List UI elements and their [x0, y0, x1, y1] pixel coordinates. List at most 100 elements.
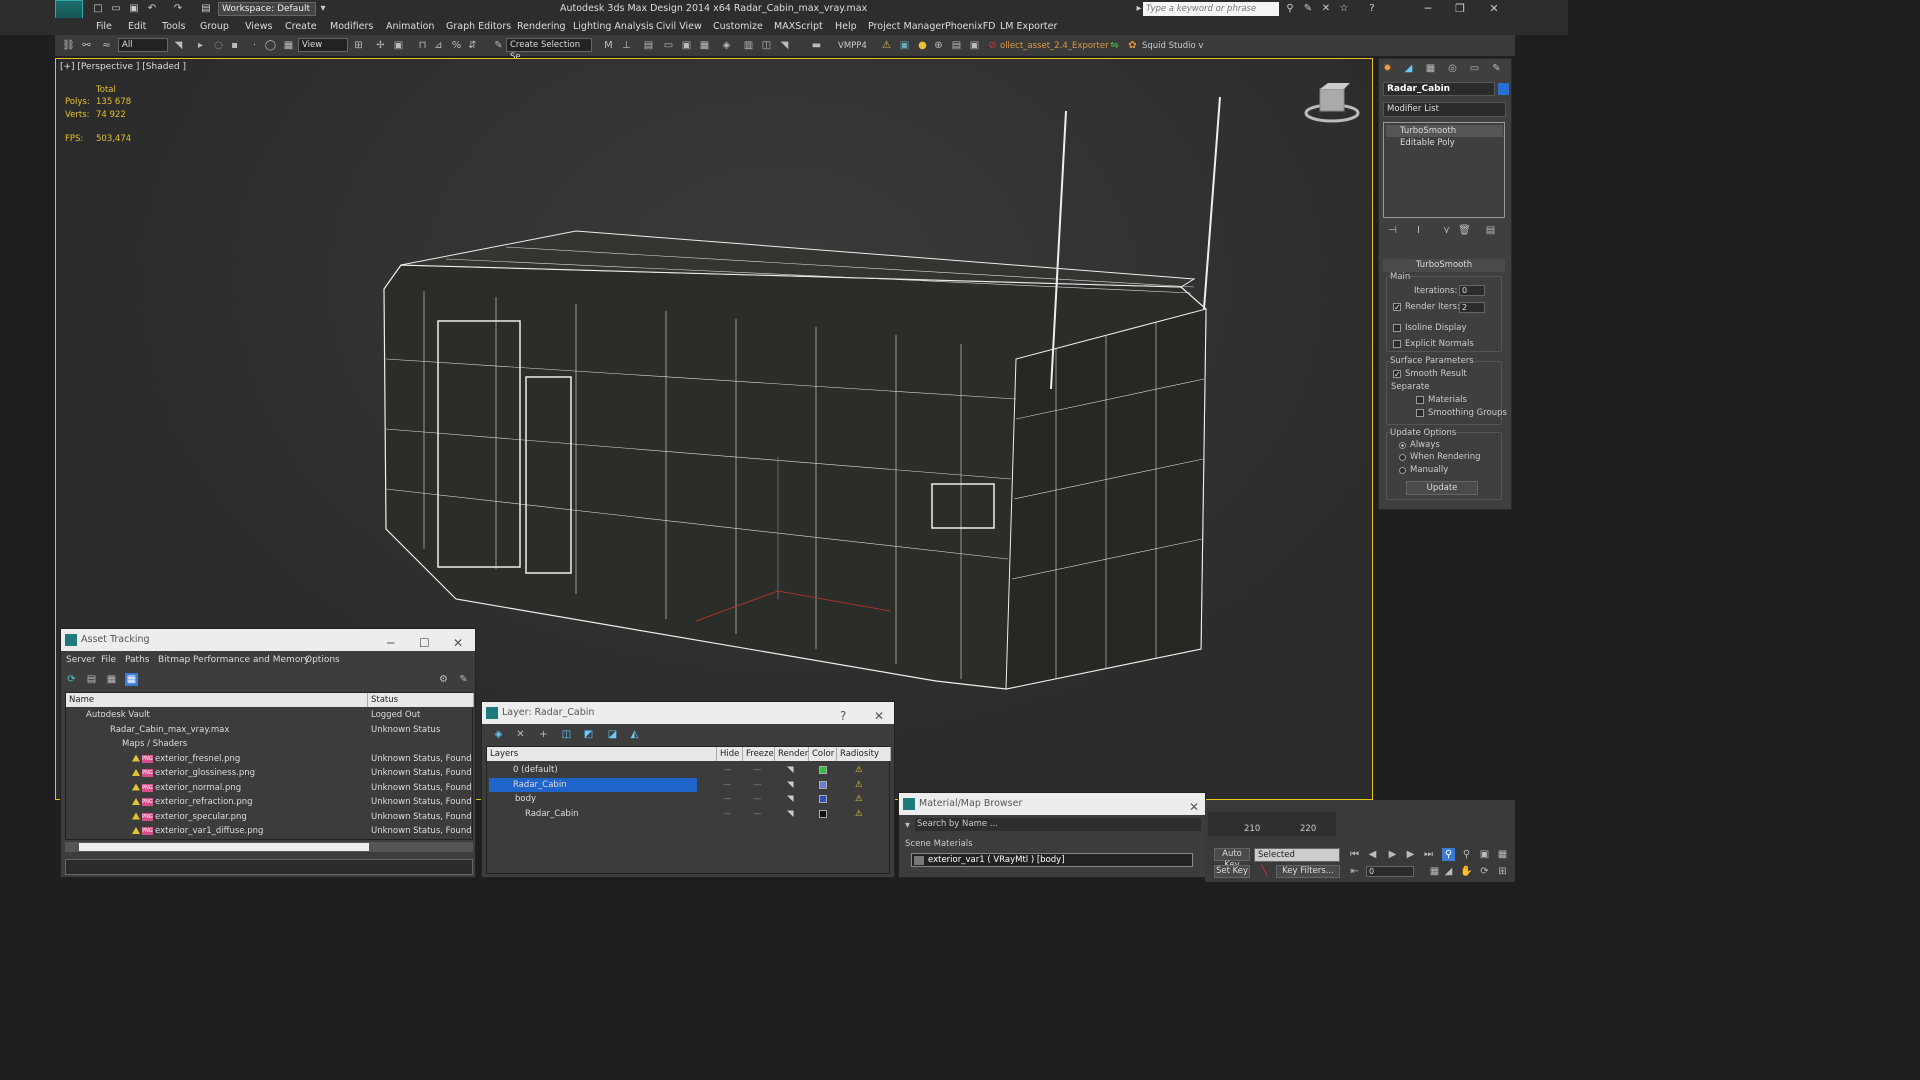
align-icon[interactable]: ⊥ — [620, 39, 633, 52]
reference-coord-dropdown[interactable]: View — [298, 38, 348, 52]
menu-views[interactable]: Views — [245, 21, 273, 32]
scene-material-item[interactable]: exterior_var1 ( VRayMtl ) [body] — [911, 853, 1193, 867]
asset-row[interactable]: PNG exterior_fresnel.png Unknown Status, F… — [66, 752, 472, 766]
highlight-layer-icon[interactable]: ◩ — [582, 728, 595, 741]
menu-group[interactable]: Group — [200, 21, 229, 32]
radiosity-icon[interactable]: ⚠ — [855, 778, 863, 792]
binoculars-icon[interactable]: ⚲ — [1283, 2, 1297, 15]
chevron-down-icon[interactable]: ▾ — [316, 2, 330, 15]
refresh-icon[interactable]: ⟳ — [65, 673, 78, 686]
camera-icon[interactable]: ▣ — [968, 39, 981, 52]
time-config-icon[interactable]: ▦ — [1428, 865, 1441, 878]
table-view-icon[interactable]: ▦ — [125, 673, 138, 686]
add-to-layer-icon[interactable]: + — [537, 728, 550, 741]
layer-titlebar[interactable]: Layer: Radar_Cabin ? ✕ — [482, 702, 894, 724]
scene-materials-header[interactable]: Scene Materials — [905, 839, 973, 849]
zoom-extents-all-icon[interactable]: ▦ — [1496, 848, 1509, 861]
remove-modifier-icon[interactable]: 🗑 — [1458, 224, 1471, 237]
render-icon[interactable]: ◥ — [778, 39, 791, 52]
asset-menu-server[interactable]: Server — [66, 655, 96, 665]
asset-path-field[interactable] — [65, 859, 473, 875]
when-rendering-radio[interactable] — [1399, 454, 1406, 461]
orbit-icon[interactable]: ⟳ — [1478, 865, 1491, 878]
asset-maximize-button[interactable]: ☐ — [419, 632, 430, 654]
freeze-toggle-icon[interactable]: — — [753, 763, 762, 777]
asset-row[interactable]: PNG exterior_refraction.png Unknown Status… — [66, 795, 472, 809]
schematic-icon[interactable]: ▦ — [698, 39, 711, 52]
select-layer-objects-icon[interactable]: ◫ — [560, 728, 573, 741]
configure-sets-icon[interactable]: ▤ — [1484, 224, 1497, 237]
link-icon[interactable]: ⛓ — [62, 39, 75, 52]
percent-snap-icon[interactable]: % — [450, 39, 463, 52]
asset-close-button[interactable]: ✕ — [453, 632, 463, 654]
object-color-swatch[interactable] — [1498, 83, 1509, 95]
key-set-dropdown[interactable]: Selected — [1254, 848, 1340, 862]
image-icon[interactable]: ▣ — [898, 39, 911, 52]
move-icon[interactable]: · — [248, 39, 261, 52]
asset-menu-bitmap[interactable]: Bitmap Performance and Memory — [158, 655, 309, 665]
list-view-icon[interactable]: ▤ — [85, 673, 98, 686]
material-editor-icon[interactable]: ◈ — [720, 39, 733, 52]
asset-settings-icon[interactable]: ✎ — [457, 673, 470, 686]
always-radio[interactable] — [1399, 442, 1406, 449]
rect-select-icon[interactable]: ◌ — [212, 39, 225, 52]
menu-lighting-analysis[interactable]: Lighting Analysis — [573, 21, 654, 32]
asset-menu-options[interactable]: Options — [305, 655, 340, 665]
menu-help[interactable]: Help — [835, 21, 857, 32]
time-slider-track[interactable] — [1208, 812, 1336, 836]
rendered-frame-icon[interactable]: ◫ — [760, 39, 773, 52]
current-frame-field[interactable]: 0 — [1366, 866, 1414, 877]
col-layers-header[interactable]: Layers — [487, 747, 717, 761]
rotate-icon[interactable]: ◯ — [264, 39, 277, 52]
hide-toggle-icon[interactable]: — — [723, 807, 732, 821]
squid-arrow-icon[interactable]: ⇋ — [1108, 39, 1121, 52]
teapot-icon[interactable]: ▬ — [810, 39, 823, 52]
go-to-end-icon[interactable]: ⏭ — [1422, 848, 1435, 861]
graphite-icon[interactable]: ▭ — [662, 39, 675, 52]
turbosmooth-rollout-header[interactable]: TurboSmooth — [1383, 259, 1505, 272]
vmpp-label[interactable]: VMPP4 — [838, 41, 867, 51]
star-icon[interactable]: ☆ — [1337, 2, 1351, 15]
field-of-view-icon[interactable]: ◢ — [1442, 865, 1455, 878]
render-iters-checkbox[interactable]: ✓ — [1393, 303, 1401, 312]
warning-icon[interactable]: ⚠ — [880, 39, 893, 52]
redo-icon[interactable]: ↷ — [171, 2, 185, 15]
pan-icon[interactable]: ✋ — [1460, 865, 1473, 878]
manually-radio[interactable] — [1399, 467, 1406, 474]
stack-item-editable-poly[interactable]: Editable Poly — [1386, 137, 1503, 149]
set-key-icon[interactable]: ╲ — [1258, 865, 1271, 878]
delete-layer-icon[interactable]: ✕ — [514, 728, 527, 741]
auto-key-button[interactable]: Auto Key — [1214, 848, 1250, 870]
smoothing-groups-checkbox[interactable] — [1416, 409, 1424, 417]
asset-menu-file[interactable]: File — [101, 655, 116, 665]
asset-row[interactable]: PNG exterior_var1_diffuse.png Unknown Stat… — [66, 824, 472, 838]
menu-civil-view[interactable]: Civil View — [656, 21, 702, 32]
asset-minimize-button[interactable]: ─ — [387, 632, 394, 654]
tools-icon[interactable]: ✎ — [1301, 2, 1315, 15]
selection-filter-dropdown[interactable]: All — [118, 38, 168, 52]
close-button[interactable]: ✕ — [1478, 1, 1510, 17]
spinner-snap-icon[interactable]: ⇵ — [466, 39, 479, 52]
motion-tab-icon[interactable]: ◎ — [1446, 62, 1459, 75]
menu-graph-editors[interactable]: Graph Editors — [446, 21, 511, 32]
pivot-icon[interactable]: ⊞ — [352, 39, 365, 52]
go-to-start-icon[interactable]: ⏮ — [1348, 848, 1361, 861]
freeze-toggle-icon[interactable]: — — [753, 807, 762, 821]
col-color-header[interactable]: Color — [809, 747, 837, 761]
asset-scroll-thumb[interactable] — [79, 843, 369, 851]
menu-lm-exporter[interactable]: LM Exporter — [1000, 21, 1057, 32]
freeze-toggle-icon[interactable]: — — [753, 792, 762, 806]
menu-edit[interactable]: Edit — [128, 21, 146, 32]
select-object-icon[interactable]: ◥ — [172, 39, 185, 52]
browser-options-icon[interactable]: ▾ — [901, 819, 914, 832]
vault-icon[interactable]: ⚙ — [437, 673, 450, 686]
asset-row[interactable]: Autodesk Vault Logged Out — [66, 708, 472, 722]
smooth-result-checkbox[interactable]: ✓ — [1393, 370, 1401, 379]
iterations-spinner[interactable]: 0 — [1459, 285, 1485, 296]
open-file-icon[interactable]: ▭ — [109, 2, 123, 15]
asset-row[interactable]: PNG exterior_normal.png Unknown Status, Fo… — [66, 781, 472, 795]
menu-create[interactable]: Create — [285, 21, 317, 32]
menu-rendering[interactable]: Rendering — [517, 21, 566, 32]
scale-icon[interactable]: ▦ — [282, 39, 295, 52]
stop-icon[interactable]: ⊘ — [986, 39, 999, 52]
